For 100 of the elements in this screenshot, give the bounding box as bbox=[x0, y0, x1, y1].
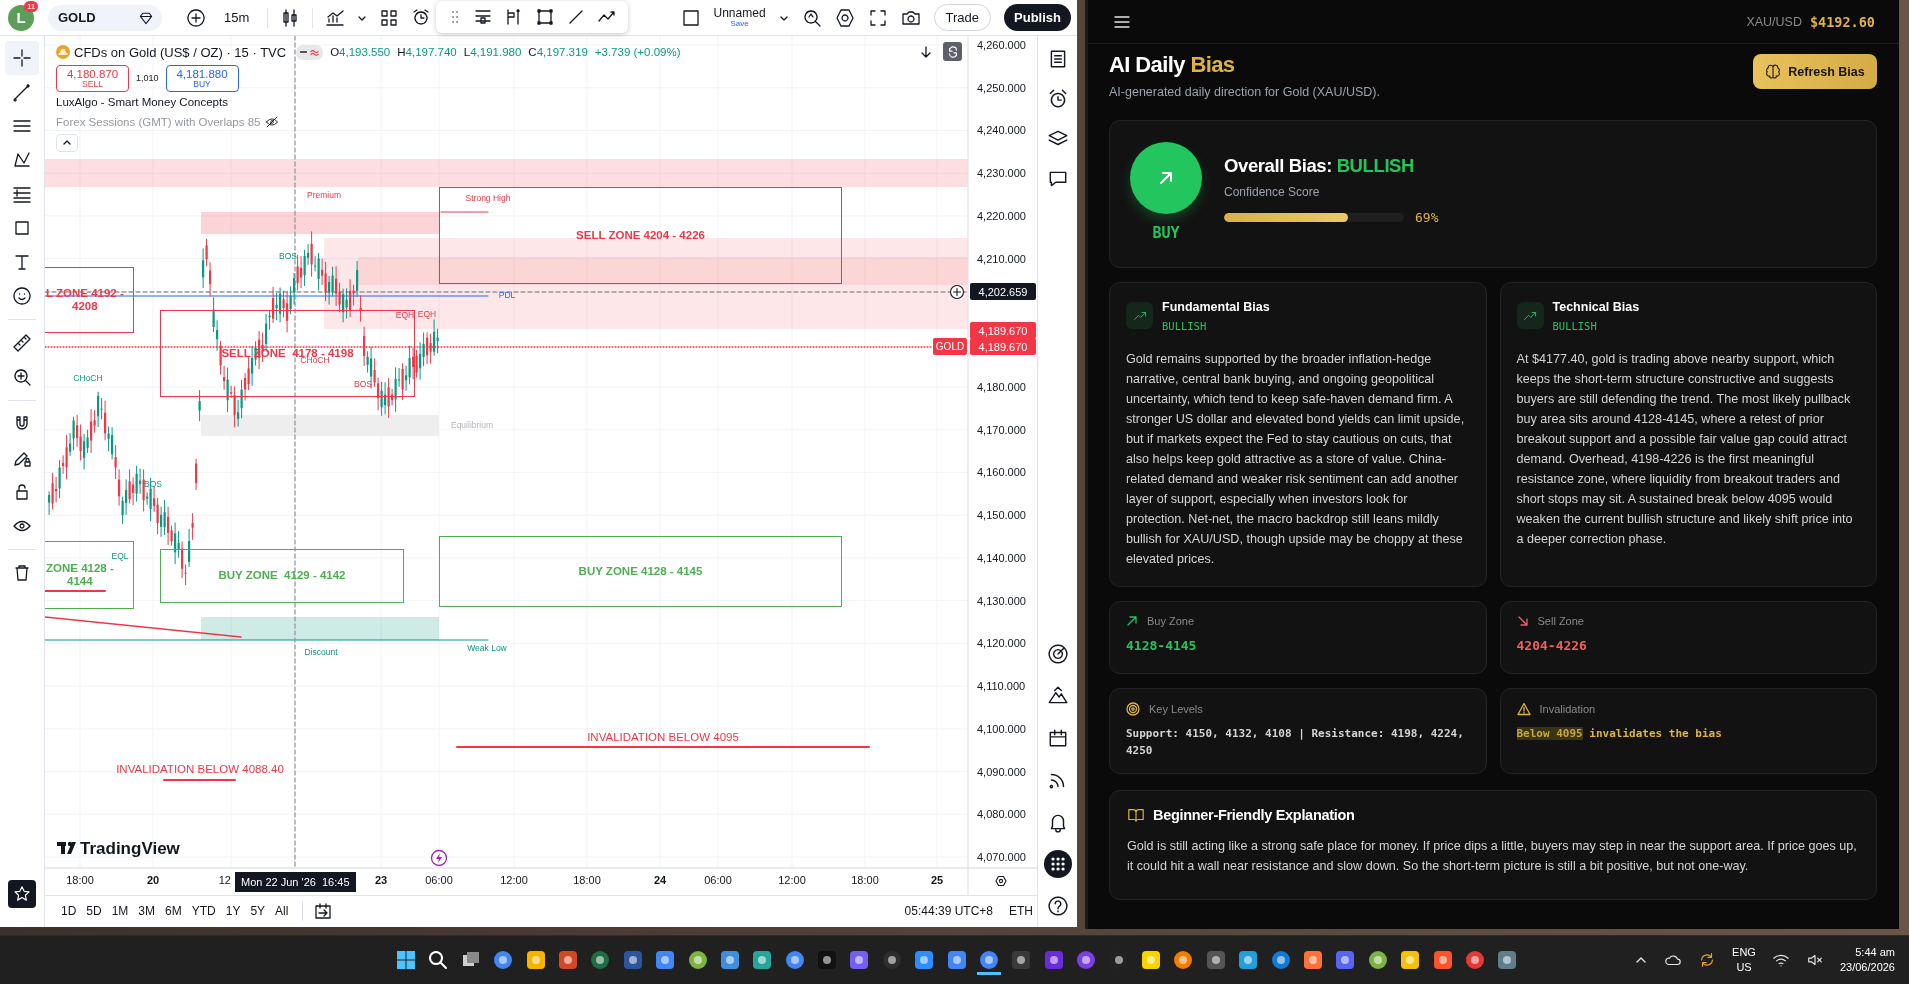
notification-badge: 11 bbox=[24, 1, 39, 12]
range-button[interactable]: 5D bbox=[82, 900, 106, 921]
price-change: +3.739 (+0.09%) bbox=[594, 46, 681, 58]
zone-label: Buy Zone bbox=[1147, 615, 1195, 627]
time-label: 18:00 bbox=[573, 874, 601, 886]
sell-button[interactable]: 4,180.870 SELL bbox=[56, 64, 129, 92]
range-button[interactable]: 1M bbox=[107, 900, 133, 921]
page-title: AI Daily Bias bbox=[1109, 52, 1236, 78]
range-button[interactable]: YTD bbox=[187, 900, 220, 921]
price-label: 4,180.000 bbox=[977, 380, 1026, 393]
time-label: 20 bbox=[146, 874, 160, 886]
bias-value: BULLISH bbox=[1162, 320, 1208, 332]
price-label: 4,160.000 bbox=[977, 466, 1026, 479]
taskbar-clock[interactable]: 5:44 am 23/06/2026 bbox=[1839, 945, 1895, 975]
symbol-search-field[interactable]: GOLD bbox=[48, 4, 162, 31]
time-label: 12:00 bbox=[500, 874, 528, 886]
price-label: 4,120.000 bbox=[977, 637, 1026, 650]
chart-marker-label: Discount bbox=[304, 647, 338, 657]
trade-button[interactable]: Trade bbox=[933, 4, 992, 31]
time-label: 25 bbox=[930, 874, 944, 886]
bias-value: BULLISH bbox=[1552, 320, 1598, 332]
analysis-text: Gold remains supported by the broader inflation-hedge narrative, central bank buying, and ongoing geopolitical uncertainty, which tend to keep safe-haven demand firm. A stronger US dollar and elevated bond yields can limit upside, but if markets expect the Fed to stay cautious on cuts, that also helps keep gold attractive as a store of value. China-related demand and weaker risk sentiment can add another layer of support, especially when investors look for protection. Net-net, the macro backdrop still leans mildly bullish for XAU/USD, though upside may be choppy at these elevated prices. bbox=[1126, 351, 1466, 568]
price-label: 4,090.000 bbox=[977, 765, 1026, 778]
chart-marker-label: Premium bbox=[307, 190, 341, 200]
explanation-text: Gold is still acting like a strong safe place for money. If price dips a little, buyers may step in near the support area. If price goes up, it could hit a wall near resistance and slow down. So the short-term picture is still a bit positive, but not one-way. bbox=[1127, 838, 1858, 875]
page-subtitle: AI-generated daily direction for Gold (XAU/USD). bbox=[1109, 85, 1380, 99]
price-value: $4192.60 bbox=[1809, 13, 1875, 30]
card-title: Fundamental Bias bbox=[1162, 300, 1270, 314]
card-label: Key Levels bbox=[1149, 703, 1203, 715]
indicator-name[interactable]: LuxAlgo - Smart Money Concepts bbox=[56, 96, 228, 108]
card-label: Invalidation bbox=[1539, 703, 1596, 715]
price-label: 4,260.000 bbox=[977, 39, 1026, 51]
price-tag: 4,202.659 bbox=[970, 283, 1036, 300]
ohlc-value: C4,197.319 bbox=[528, 46, 588, 58]
chart-marker-label: EQL bbox=[111, 551, 129, 561]
chart-marker-label: BOS bbox=[279, 251, 297, 261]
symbol-title: CFDs on Gold (US$ / OZ) · 15 · TVC bbox=[74, 44, 287, 60]
range-button[interactable]: 3M bbox=[134, 900, 160, 921]
publish-button[interactable]: Publish bbox=[1004, 4, 1071, 31]
range-button[interactable]: 5Y bbox=[246, 900, 270, 921]
time-label: 18:00 bbox=[851, 874, 879, 886]
price-label: 4,140.000 bbox=[977, 551, 1026, 564]
price-label: 4,230.000 bbox=[977, 167, 1026, 180]
time-label: 18:00 bbox=[66, 874, 94, 886]
date-tooltip: Mon 22 Jun '26 16:45 bbox=[235, 872, 356, 892]
interval-button[interactable]: 15m bbox=[218, 6, 256, 29]
invalidation-label: INVALIDATION BELOW 4088.40 bbox=[116, 763, 284, 775]
price-label: 4,100.000 bbox=[977, 722, 1026, 735]
session-button[interactable]: ETH bbox=[1005, 900, 1037, 921]
zone-value: 4204-4226 bbox=[1516, 638, 1588, 653]
time-label: 06:00 bbox=[704, 874, 732, 886]
chart-marker-label: PDL bbox=[498, 290, 516, 300]
time-label: 24 bbox=[653, 874, 667, 886]
price-label: 4,210.000 bbox=[977, 252, 1026, 265]
price-label: 4,080.000 bbox=[977, 808, 1026, 821]
invalidation-text: Below 4095 invalidates the bias bbox=[1516, 726, 1723, 742]
clock-text: 05:44:39 UTC+8 bbox=[904, 903, 993, 918]
zone-label: Sell Zone bbox=[1537, 615, 1584, 627]
time-label: 23 bbox=[374, 874, 388, 886]
analysis-text: At $4177.40, gold is trading above nearby support, which keeps the short-term structure constructive and suggests buyers are still defending the trend. The most likely pullback buy area sits around 4128-4145, where a retest of prior breakout support and a possible fair value gap could attract demand. Overhead, 4198-4226 is the first meaningful resistance zone, where liquidity from breakout traders and short stops may sit. A sustained break below 4095 would weaken the current bullish structure and likely shift price into a deeper correction phase. bbox=[1516, 351, 1854, 548]
price-label: 4,170.000 bbox=[977, 423, 1026, 436]
time-label: 12:00 bbox=[778, 874, 806, 886]
trade-zone: BUY ZONE 4129 - 4142 bbox=[160, 549, 404, 603]
price-label: 4,240.000 bbox=[977, 124, 1026, 137]
ohlc-value: L4,191.980 bbox=[463, 46, 522, 58]
tradingview-logo: TradingView bbox=[80, 839, 180, 858]
overall-bias-title: Overall Bias: BULLISH bbox=[1224, 155, 1416, 177]
zone-value: 4128-4145 bbox=[1126, 638, 1198, 653]
time-label: 06:00 bbox=[425, 874, 453, 886]
price-label: 4,150.000 bbox=[977, 509, 1026, 522]
ohlc-value: H4,197.740 bbox=[397, 46, 457, 58]
refresh-button[interactable]: Refresh Bias bbox=[1753, 54, 1877, 89]
chart-marker-label: Equilibrium bbox=[451, 420, 493, 430]
trade-zone: L ZONE 4192 - 4208 bbox=[45, 267, 134, 333]
range-button[interactable]: 1Y bbox=[221, 900, 245, 921]
ohlc-value: O4,193.550 bbox=[330, 46, 391, 58]
buy-button[interactable]: 4,181.880 BUY bbox=[165, 64, 239, 92]
chart-marker-label: EQH bbox=[395, 310, 415, 320]
layout-menu[interactable]: Unnamed Save bbox=[713, 7, 766, 28]
invalidation-label: INVALIDATION BELOW 4095 bbox=[587, 731, 739, 743]
price-label: 4,130.000 bbox=[977, 594, 1026, 607]
price-tag: 4,189.670 bbox=[970, 338, 1036, 355]
confidence-value: 69% bbox=[1415, 210, 1439, 225]
chart-marker-label: CHoCH bbox=[73, 373, 103, 383]
price-label: 4,250.000 bbox=[977, 81, 1026, 94]
price-label: 4,220.000 bbox=[977, 209, 1026, 222]
pair-label: XAU/USD bbox=[1746, 14, 1802, 29]
confidence-label: Confidence Score bbox=[1224, 185, 1321, 199]
time-label: 12 bbox=[218, 874, 231, 886]
chart-marker-label: Weak Low bbox=[467, 643, 507, 653]
range-button[interactable]: 1D bbox=[57, 900, 81, 921]
signal-label: BUY bbox=[1152, 224, 1180, 242]
symbol-tag: GOLD bbox=[933, 338, 967, 355]
language-indicator[interactable]: ENG US bbox=[1732, 945, 1756, 975]
key-levels-text: Support: 4150, 4132, 4108 | Resistance: 4198, 4224, 4250 bbox=[1126, 726, 1465, 759]
range-button[interactable]: All bbox=[271, 900, 293, 921]
chart-marker-label: EQH bbox=[417, 309, 437, 319]
chart-marker-label: Strong High bbox=[465, 193, 511, 203]
trade-zone: BUY ZONE 4128 - 4145 bbox=[439, 536, 842, 607]
range-button[interactable]: 6M bbox=[161, 900, 186, 921]
